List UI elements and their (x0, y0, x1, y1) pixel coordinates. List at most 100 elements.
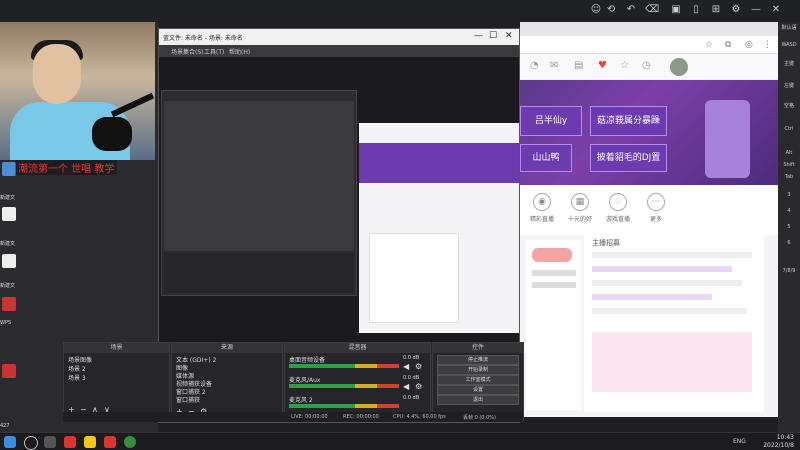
menu-item[interactable]: 场景集合(S) (171, 47, 204, 56)
live-timer: LIVE: 00:00:00 (291, 414, 328, 420)
pin-icon[interactable]: ⊞ (710, 4, 722, 16)
nav-icon[interactable]: ◔ (530, 60, 539, 71)
close-icon[interactable]: ✕ (505, 31, 513, 41)
minimize-icon[interactable]: — (474, 31, 483, 41)
menu-icon[interactable]: ⋮ (763, 40, 772, 50)
stop-stream-button[interactable]: 停止推流 (437, 355, 519, 365)
chat-title: 主播招募 (592, 239, 620, 247)
chrome-icon[interactable] (124, 436, 136, 448)
close-icon[interactable]: ✕ (770, 4, 782, 16)
window-title: 蓝文件: 未命名 - 场景: 未命名 (163, 35, 243, 42)
scene-item[interactable]: 场景 2 (68, 364, 86, 373)
account-icon[interactable]: ◎ (745, 40, 753, 50)
scene-item[interactable]: 场景图像 (68, 355, 92, 364)
obs-docks: 场景 场景图像 场景 2 场景 3 + − ∧ ∨ 来源 文本 (GDI+) 2… (63, 342, 524, 422)
bookmark-icon[interactable]: ☆ (705, 40, 713, 50)
key-overlay-strip: 默认语 WASD 主键 左键 空格 Ctrl Alt Shift Tab 3 4… (778, 22, 800, 432)
live-banner: 吕半仙y 菇凉莪属分暴躁 山山鸭 披着貂毛的DJ置 (520, 80, 778, 185)
obs-preview (159, 57, 519, 357)
avatar[interactable] (670, 58, 688, 76)
category-bar: ◉ 精彩直播 ▦ 十元的好 ♢ 游戏直播 ⋯ 更多 (520, 185, 778, 235)
dock-title: 控件 (433, 343, 523, 353)
browser-tabstrip (520, 22, 778, 36)
start-recording-button[interactable]: 开始录制 (437, 365, 519, 375)
level-readout: 0.0 dB (403, 375, 420, 381)
undo-icon[interactable]: ↶ (625, 4, 637, 16)
studio-mode-button[interactable]: 工作室模式 (437, 375, 519, 385)
desktop-file-icon[interactable] (2, 254, 16, 268)
mixer-dock: 混音器 桌面音频设备 0.0 dB ◀ ⚙ 麦克风/Aux 0.0 dB ◀ ⚙… (284, 342, 431, 422)
nav-icon[interactable]: ☆ (620, 60, 629, 71)
extensions-icon[interactable]: ⧉ (725, 40, 731, 50)
rec-timer: REC: 00:00:00 (343, 414, 379, 420)
gear-icon[interactable]: ⚙ (415, 362, 422, 371)
nav-icon[interactable]: ◷ (642, 60, 651, 71)
volume-meter (289, 384, 399, 388)
search-icon[interactable] (24, 436, 38, 450)
scene-item[interactable]: 场景 3 (68, 373, 86, 382)
cpu-status: CPU: 4.4%, 60.00 fps (393, 414, 446, 420)
category-item[interactable]: ⋯ 更多 (634, 193, 678, 223)
exit-button[interactable]: 退出 (437, 395, 519, 405)
obs-menubar: 场景集合(S) 工具(T) 帮助(H) (159, 45, 519, 57)
dock-title: 混音器 (285, 343, 430, 353)
language-indicator[interactable]: ENG (733, 438, 746, 445)
menu-item[interactable]: 工具(T) (204, 47, 224, 56)
settings-button[interactable]: 设置 (437, 385, 519, 395)
desktop-label: 427 (0, 423, 10, 429)
level-readout: 0.0 dB (403, 395, 420, 401)
desktop-label: 新建文 (0, 283, 16, 289)
desktop-label: 新建文 (0, 241, 16, 247)
wps-icon[interactable] (2, 297, 16, 311)
controls-dock: 控件 停止推流 开始录制 工作室模式 设置 退出 (432, 342, 524, 422)
maximize-icon[interactable]: ☐ (489, 31, 497, 41)
overlay-caption: 潮流第一个 世唱 教学 (15, 160, 118, 175)
nav-icon[interactable]: ✉ (550, 60, 558, 71)
gear-icon[interactable]: ⚙ (415, 382, 422, 391)
desktop-label: WPS (0, 320, 12, 326)
start-icon[interactable] (4, 436, 16, 448)
app-icon[interactable] (104, 436, 116, 448)
mixer-track: 桌面音频设备 (289, 357, 326, 364)
settings-icon[interactable]: ⚙ (730, 4, 742, 16)
nav-icon[interactable]: ▤ (574, 60, 583, 71)
app-icon[interactable] (84, 436, 96, 448)
live-tile[interactable]: 山山鸭 (520, 144, 572, 172)
desktop-label: 新建文 (0, 195, 16, 201)
frames-status: 丢帧 0 (0.0%) (463, 415, 496, 421)
webcam-feed (0, 22, 155, 160)
system-clock[interactable]: 10:43 2022/10/8 (754, 434, 794, 450)
nested-browser (359, 123, 519, 333)
speaker-icon[interactable]: ◀ (403, 382, 409, 391)
desktop-file-icon[interactable] (2, 162, 16, 176)
live-tile[interactable]: 吕半仙y (520, 106, 582, 136)
minimize-icon[interactable]: — (750, 4, 762, 16)
save-icon[interactable]: ▣ (670, 4, 682, 16)
nav-icon[interactable]: ♥ (598, 60, 607, 71)
app-icon[interactable] (2, 364, 16, 378)
volume-meter (289, 364, 399, 368)
window-icon[interactable]: ▯ (690, 4, 702, 16)
category-icon: ◉ (533, 193, 551, 211)
top-toolbar: ☺ ⟲ ↶ ⌫ ▣ ▯ ⊞ ⚙ — ✕ (0, 0, 800, 22)
category-icon: ▦ (571, 193, 589, 211)
obs-titlebar: 蓝文件: 未命名 - 场景: 未命名 — ☐ ✕ (159, 29, 519, 45)
live-tile[interactable]: 披着貂毛的DJ置 (590, 144, 667, 172)
hand-icon[interactable]: ☺ (590, 4, 602, 16)
address-bar[interactable]: ☆ ⧉ ◎ ⋮ (520, 36, 778, 54)
menu-item[interactable]: 帮助(H) (229, 47, 250, 56)
mascot-image (705, 100, 750, 178)
speaker-icon[interactable]: ◀ (403, 362, 409, 371)
live-tile[interactable]: 菇凉莪属分暴躁 (590, 106, 667, 136)
trash-icon[interactable]: ⌫ (645, 4, 659, 16)
taskview-icon[interactable] (44, 436, 56, 448)
source-item[interactable]: 窗口捕获 (176, 395, 200, 404)
app-icon[interactable] (64, 436, 76, 448)
badge[interactable] (532, 248, 572, 262)
history-icon[interactable]: ⟲ (605, 4, 617, 16)
level-readout: 0.0 dB (403, 355, 420, 361)
side-card (526, 240, 581, 410)
desktop-file-icon[interactable] (2, 207, 16, 221)
sources-dock: 来源 文本 (GDI+) 2 图像 媒体源 视频捕获设备 窗口捕获 2 窗口捕获… (171, 342, 283, 422)
microphone-image (92, 117, 132, 151)
